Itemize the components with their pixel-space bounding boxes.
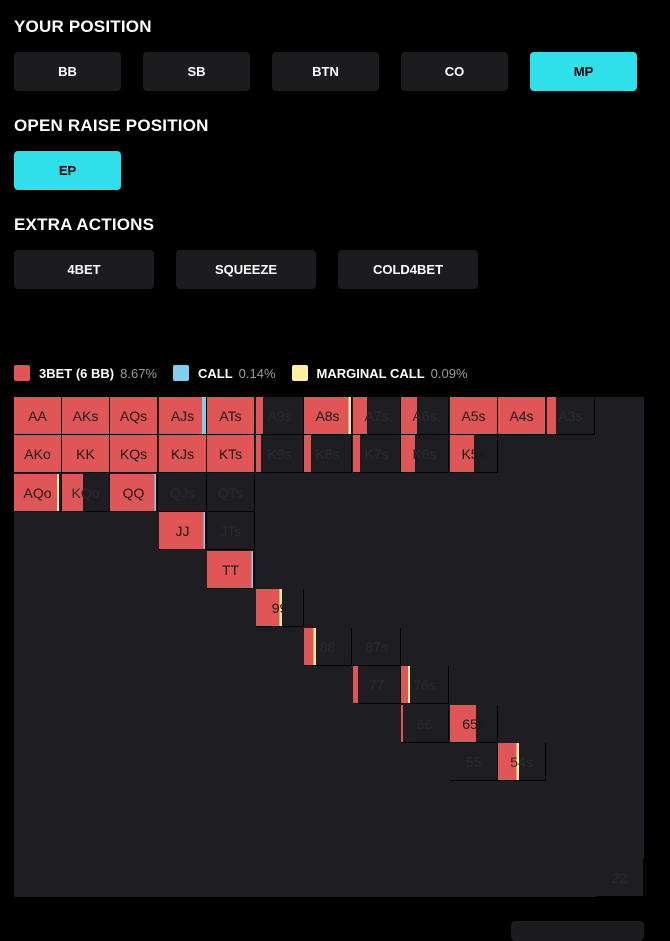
hand-cell-qts[interactable]: QTs <box>207 474 255 512</box>
hand-cell-aa[interactable]: AA <box>14 397 62 435</box>
hand-range-grid: AA AKs AQs AJs ATs A9s A8s A7s A6s A5s A… <box>14 397 644 897</box>
range-legend: 3BET (6 BB) 8.67% CALL 0.14% MARGINAL CA… <box>14 365 484 381</box>
hand-cell-77[interactable]: 77 <box>353 666 401 704</box>
position-button-co[interactable]: CO <box>401 52 508 91</box>
hand-cell-qq[interactable]: QQ <box>110 474 158 512</box>
hand-cell-76s[interactable]: 76s <box>401 666 449 704</box>
hand-cell-a4s[interactable]: A4s <box>498 397 546 435</box>
hand-cell-a3s[interactable]: A3s <box>547 397 595 435</box>
legend-label-marginal-call: MARGINAL CALL <box>316 365 425 381</box>
hand-cell-54s[interactable]: 54s <box>498 743 546 781</box>
open-raise-position-title: OPEN RAISE POSITION <box>14 116 209 135</box>
legend-pct-marginal-call: 0.09% <box>430 365 468 381</box>
hand-cell-ako[interactable]: AKo <box>14 435 62 473</box>
hand-cell-66[interactable]: 66 <box>401 705 449 743</box>
hand-cell-jj[interactable]: JJ <box>159 512 207 550</box>
hand-cell-a5s[interactable]: A5s <box>450 397 498 435</box>
position-button-sb[interactable]: SB <box>143 52 250 91</box>
legend-swatch-3bet <box>14 365 30 381</box>
extra-action-button-4bet[interactable]: 4BET <box>14 250 154 289</box>
hand-cell-k8s[interactable]: K8s <box>304 435 352 473</box>
extra-actions-title: EXTRA ACTIONS <box>14 215 155 234</box>
legend-swatch-call <box>173 365 189 381</box>
hand-cell-aks[interactable]: AKs <box>62 397 110 435</box>
position-button-btn[interactable]: BTN <box>272 52 379 91</box>
legend-label-3bet: 3BET (6 BB) <box>39 365 115 381</box>
hand-cell-aqs[interactable]: AQs <box>110 397 158 435</box>
hand-cell-99[interactable]: 99 <box>256 589 304 627</box>
hand-cell-kk[interactable]: KK <box>62 435 110 473</box>
position-button-mp[interactable]: MP <box>530 52 637 91</box>
open-raise-button-ep[interactable]: EP <box>14 151 121 190</box>
hand-cell-k7s[interactable]: K7s <box>353 435 401 473</box>
legend-item-3bet: 3BET (6 BB) 8.67% <box>14 365 157 381</box>
hand-cell-aqo[interactable]: AQo <box>14 474 62 512</box>
hand-cell-ats[interactable]: ATs <box>207 397 255 435</box>
hand-cell-ajs[interactable]: AJs <box>159 397 207 435</box>
legend-pct-3bet: 8.67% <box>120 365 157 381</box>
hand-cell-88[interactable]: 88 <box>304 628 352 666</box>
bottom-action-button[interactable] <box>511 921 644 941</box>
hand-cell-a9s[interactable]: A9s <box>256 397 304 435</box>
hand-cell-22[interactable]: 22 <box>596 859 644 897</box>
legend-item-call: CALL 0.14% <box>173 365 276 381</box>
hand-cell-qjs[interactable]: QJs <box>159 474 207 512</box>
extra-action-button-cold4bet[interactable]: COLD4BET <box>338 250 478 289</box>
hand-cell-kjs[interactable]: KJs <box>159 435 207 473</box>
position-button-bb[interactable]: BB <box>14 52 121 91</box>
hand-cell-a7s[interactable]: A7s <box>353 397 401 435</box>
hand-cell-k9s[interactable]: K9s <box>256 435 304 473</box>
hand-cell-k5s[interactable]: K5s <box>450 435 498 473</box>
hand-cell-a6s[interactable]: A6s <box>401 397 449 435</box>
hand-cell-jts[interactable]: JTs <box>207 512 255 550</box>
hand-cell-87s[interactable]: 87s <box>353 628 401 666</box>
hand-cell-55[interactable]: 55 <box>450 743 498 781</box>
legend-swatch-marginal-call <box>291 365 308 381</box>
your-position-title: YOUR POSITION <box>14 17 152 36</box>
legend-pct-call: 0.14% <box>238 365 276 381</box>
hand-cell-a8s[interactable]: A8s <box>304 397 352 435</box>
hand-cell-kts[interactable]: KTs <box>207 435 255 473</box>
hand-cell-kqs[interactable]: KQs <box>110 435 158 473</box>
hand-cell-kqo[interactable]: KQo <box>62 474 110 512</box>
hand-cell-tt[interactable]: TT <box>207 551 255 589</box>
extra-action-button-squeeze[interactable]: SQUEEZE <box>176 250 316 289</box>
hand-cell-65s[interactable]: 65s <box>450 705 498 743</box>
legend-label-call: CALL <box>198 365 233 381</box>
legend-item-marginal-call: MARGINAL CALL 0.09% <box>291 365 468 381</box>
hand-cell-k6s[interactable]: K6s <box>401 435 449 473</box>
